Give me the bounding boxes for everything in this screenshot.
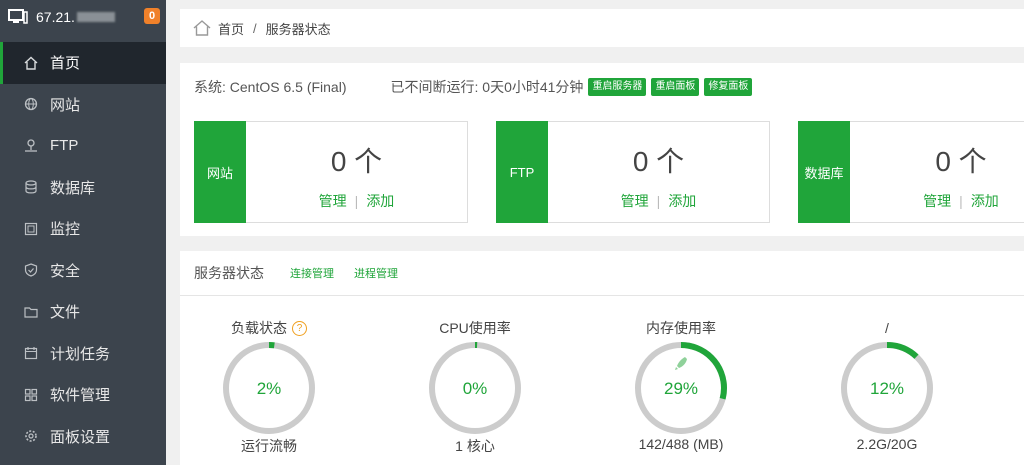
link-divider: | [354, 193, 359, 209]
disk-gauge: / 12% 2.2G/20G [812, 318, 962, 452]
status-header: 服务器状态 连接管理 进程管理 [180, 251, 1024, 296]
server-status-panel: 服务器状态 连接管理 进程管理 负载状态? 2% 运行流畅 CPU使用率 0% … [180, 251, 1024, 465]
ip-mask [76, 12, 115, 22]
card-count: 0 个 [935, 146, 987, 177]
calendar-icon [24, 347, 38, 360]
sidebar-item-settings[interactable]: 面板设置 [0, 416, 166, 458]
restart-panel-button[interactable]: 重启面板 [651, 78, 700, 96]
breadcrumb-home[interactable]: 首页 [218, 19, 244, 38]
connection-manage-link[interactable]: 连接管理 [290, 265, 334, 281]
gauge-value: 2% [257, 379, 282, 398]
card-links: 管理 | 添加 [246, 191, 467, 211]
uptime-label: 已不间断运行: 0天0小时41分钟 [390, 79, 584, 95]
add-link[interactable]: 添加 [366, 193, 394, 209]
rocket-icon [675, 357, 687, 370]
gauge-ring: 29% [635, 342, 727, 434]
sidebar-item-label: 首页 [50, 55, 81, 73]
restart-server-button[interactable]: 重启服务器 [588, 78, 647, 96]
gauge-ring: 2% [223, 342, 315, 434]
breadcrumb-current: 服务器状态 [265, 21, 331, 37]
link-divider: | [959, 193, 963, 209]
card-label: FTP [496, 121, 548, 223]
card-label: 网站 [194, 121, 246, 223]
ftp-card: FTP 0 个 管理 | 添加 [496, 121, 770, 223]
monitor-icon [8, 9, 28, 24]
sidebar-item-software[interactable]: 软件管理 [0, 374, 166, 416]
gauge-footer: 142/488 (MB) [638, 436, 724, 452]
database-card: 数据库 0 个 管理 | 添加 [798, 121, 1024, 223]
help-icon[interactable]: ? [292, 320, 307, 336]
apps-icon [24, 388, 38, 401]
os-label: 系统: CentOS 6.5 (Final) [194, 79, 347, 95]
sidebar-menu: 首页 网站 FTP 数据库 监控 安全 文件 计划任务 软件管理 面板设置 [0, 42, 166, 457]
gauge-value: 0% [463, 379, 488, 398]
sidebar-item-security[interactable]: 安全 [0, 250, 166, 292]
breadcrumb: 首页 / 服务器状态 [180, 9, 1024, 47]
card-links: 管理 | 添加 [850, 191, 1024, 211]
manage-link[interactable]: 管理 [319, 193, 347, 209]
gauge-title: 内存使用率 [646, 320, 716, 336]
sidebar-item-monitor[interactable]: 监控 [0, 208, 166, 250]
add-link[interactable]: 添加 [668, 193, 696, 209]
sidebar-item-label: 面板设置 [50, 428, 111, 446]
sidebar-item-home[interactable]: 首页 [0, 42, 166, 84]
sidebar-item-label: 监控 [50, 221, 81, 239]
folder-icon [24, 307, 38, 318]
memory-gauge[interactable]: 内存使用率 29% 142/488 (MB) [606, 318, 756, 452]
server-ip: 67.21. [36, 9, 75, 25]
add-link[interactable]: 添加 [971, 193, 999, 209]
card-label: 数据库 [798, 121, 850, 223]
overview-panel: 系统: CentOS 6.5 (Final) 已不间断运行: 0天0小时41分钟… [180, 63, 1024, 236]
cpu-gauge: CPU使用率 0% 1 核心 [400, 318, 550, 456]
card-links: 管理 | 添加 [548, 191, 769, 211]
card-count: 0 个 [330, 146, 383, 177]
repair-panel-button[interactable]: 修复面板 [704, 78, 753, 96]
ftp-icon [25, 139, 37, 152]
breadcrumb-separator: / [253, 20, 257, 36]
gauge-ring: 0% [429, 342, 521, 434]
gauge-title: 负载状态 [231, 320, 287, 336]
globe-icon [24, 98, 38, 111]
database-icon [25, 180, 37, 194]
load-gauge: 负载状态? 2% 运行流畅 [194, 318, 344, 456]
manage-link[interactable]: 管理 [621, 193, 649, 209]
sidebar-item-cron[interactable]: 计划任务 [0, 333, 166, 375]
monitor-icon [24, 222, 38, 235]
sidebar-item-label: 软件管理 [50, 387, 111, 405]
home-icon [24, 56, 38, 70]
sidebar-item-database[interactable]: 数据库 [0, 167, 166, 209]
gauge-footer: 1 核心 [455, 438, 495, 454]
sidebar-item-label: 安全 [50, 262, 81, 280]
gauge-title: / [885, 320, 889, 336]
link-divider: | [656, 193, 661, 209]
gauge-title: CPU使用率 [439, 320, 511, 336]
shield-icon [24, 263, 38, 277]
sidebar-item-website[interactable]: 网站 [0, 84, 166, 126]
system-info: 系统: CentOS 6.5 (Final) 已不间断运行: 0天0小时41分钟… [194, 77, 753, 97]
status-title: 服务器状态 [194, 265, 264, 281]
sidebar-item-label: 文件 [50, 304, 81, 322]
gauge-footer: 2.2G/20G [856, 436, 918, 452]
sidebar-item-label: 计划任务 [50, 345, 111, 363]
home-icon[interactable] [192, 19, 212, 37]
sidebar: 67.21. 0 首页 网站 FTP 数据库 监控 安全 文件 计划任务 软件管… [0, 0, 166, 465]
sidebar-item-files[interactable]: 文件 [0, 291, 166, 333]
gear-icon [25, 430, 37, 443]
gauge-ring: 12% [841, 342, 933, 434]
server-header: 67.21. 0 [0, 0, 166, 34]
sidebar-item-label: 数据库 [50, 179, 96, 197]
gauge-footer: 运行流畅 [241, 438, 297, 454]
sidebar-item-label: FTP [50, 137, 79, 155]
gauge-value: 29% [664, 379, 698, 398]
sidebar-item-label: 网站 [50, 96, 81, 114]
card-count: 0 个 [632, 146, 685, 177]
process-manage-link[interactable]: 进程管理 [354, 265, 398, 281]
manage-link[interactable]: 管理 [923, 193, 951, 209]
sidebar-item-ftp[interactable]: FTP [0, 125, 166, 167]
notice-badge[interactable]: 0 [144, 8, 160, 24]
gauge-value: 12% [870, 379, 904, 398]
website-card: 网站 0 个 管理 | 添加 [194, 121, 468, 223]
